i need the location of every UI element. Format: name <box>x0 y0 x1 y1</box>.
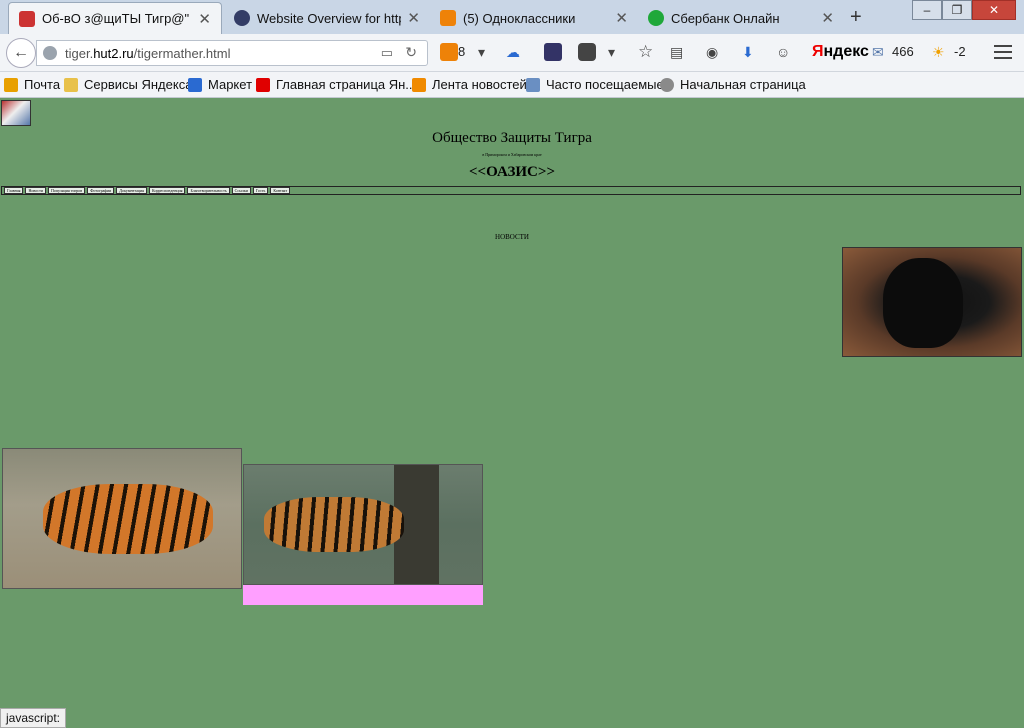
maximize-button[interactable]: ❐ <box>942 0 972 20</box>
menu-item[interactable]: Главная <box>4 187 24 194</box>
menu-item[interactable]: Корреспонденция <box>148 187 186 194</box>
chevron-down-icon[interactable]: ▾ <box>608 44 615 61</box>
rss-icon <box>412 77 426 92</box>
site-oasis-heading: <<ОАЗИС>> <box>469 164 555 180</box>
url-text[interactable]: tiger.hut2.ru/tigermather.html <box>65 46 231 61</box>
bookmark-item[interactable]: Сервисы Яндекса <box>64 77 192 92</box>
mail-icon[interactable]: ✉ <box>872 44 884 61</box>
menu-hamburger-icon[interactable] <box>994 45 1012 59</box>
back-button[interactable]: ← <box>6 38 36 68</box>
weather-temperature: -2 <box>954 44 966 59</box>
web-page-content: Общество Защиты Тигра в Приморском и Хаб… <box>0 98 1024 728</box>
bookmark-item[interactable]: Начальная страница <box>660 77 806 92</box>
bookmarks-toolbar: Почта Сервисы Яндекса Маркет Главная стр… <box>0 72 1024 98</box>
bookmark-item[interactable]: Маркет <box>188 77 252 92</box>
sun-icon[interactable]: ☀ <box>932 44 945 61</box>
menu-item[interactable]: Фотографии <box>87 187 115 194</box>
cart-icon <box>188 77 202 92</box>
status-bar: javascript: <box>0 708 67 728</box>
parking-icon[interactable] <box>544 43 562 61</box>
reading-list-icon[interactable]: ▤ <box>670 44 683 61</box>
new-tab-button[interactable]: + <box>850 6 862 29</box>
pocket-icon[interactable]: ◉ <box>706 44 718 61</box>
bookmark-item[interactable]: Главная страница Ян... <box>256 77 416 92</box>
odnoklassniki-icon[interactable] <box>440 43 458 61</box>
bear-photo <box>842 247 1022 357</box>
window-close-button[interactable]: ✕ <box>972 0 1016 20</box>
bookmark-item[interactable]: Почта <box>4 77 60 92</box>
odnoklassniki-count: 8 <box>458 44 466 59</box>
reload-icon[interactable]: ↻ <box>405 44 417 61</box>
download-icon[interactable]: ⬇ <box>742 44 754 61</box>
bookmark-star-icon[interactable]: ☆ <box>638 42 653 62</box>
tab-favicon-icon <box>234 10 250 26</box>
menu-item[interactable]: Популяция тигров <box>47 187 86 194</box>
news-heading: НОВОСТИ <box>495 233 529 241</box>
pink-banner <box>243 585 483 605</box>
menu-item[interactable]: Благотворительность <box>187 187 230 194</box>
bookmark-item[interactable]: Часто посещаемые <box>526 77 664 92</box>
tab-label: Об-вО з@щиТЫ Тигр@" <box>42 11 190 26</box>
close-icon[interactable]: ✕ <box>615 9 628 27</box>
tab-tiger-society[interactable]: Об-вО з@щиТЫ Тигр@" ✕ <box>8 2 222 34</box>
tab-sberbank[interactable]: Сбербанк Онлайн ✕ <box>638 2 844 34</box>
folder-icon <box>64 77 78 92</box>
tiger-photo <box>2 448 242 589</box>
menu-item[interactable]: Ссылки <box>231 187 251 194</box>
menu-item[interactable]: Документация <box>116 187 147 194</box>
emoji-icon[interactable]: ☺ <box>776 44 790 60</box>
site-title: Общество Защиты Тигра <box>432 130 592 146</box>
mail-count: 466 <box>892 44 914 59</box>
tab-odnoklassniki[interactable]: (5) Одноклассники ✕ <box>430 2 638 34</box>
navigation-toolbar: ← tiger.hut2.ru/tigermather.html ▭ ↻ 8 ▾… <box>0 34 1024 72</box>
menu-item[interactable]: Контакт <box>270 187 291 194</box>
site-menu: Главная Новости Популяция тигров Фотогра… <box>1 186 1021 195</box>
address-bar[interactable]: tiger.hut2.ru/tigermather.html ▭ ↻ <box>36 40 428 66</box>
yandex-icon <box>256 77 270 92</box>
yandex-logo[interactable]: Яндекс <box>812 43 869 61</box>
close-icon[interactable]: ✕ <box>407 9 420 27</box>
tiger-photo <box>243 464 483 585</box>
odnoklassniki-icon <box>440 10 456 26</box>
globe-icon <box>43 46 57 60</box>
tab-label: (5) Одноклассники <box>463 10 576 26</box>
camera-icon[interactable] <box>578 43 596 61</box>
sberbank-icon <box>648 10 664 26</box>
mail-icon <box>4 77 18 92</box>
menu-item[interactable]: Новости <box>25 187 46 194</box>
bookmark-item[interactable]: Лента новостей <box>412 77 527 92</box>
tab-label: Website Overview for http:... <box>257 10 401 26</box>
globe-icon <box>660 77 674 92</box>
folder-icon <box>526 77 540 92</box>
window-controls: – ❐ ✕ <box>912 0 1016 20</box>
close-icon[interactable]: ✕ <box>821 9 834 27</box>
site-subtitle: в Приморском и Хабаровском крае <box>482 152 542 157</box>
menu-item[interactable]: Гость <box>252 187 269 194</box>
close-icon[interactable]: ✕ <box>198 10 211 28</box>
tab-website-overview[interactable]: Website Overview for http:... ✕ <box>224 2 430 34</box>
minimize-button[interactable]: – <box>912 0 942 20</box>
tab-favicon-icon <box>19 10 35 27</box>
site-logo[interactable] <box>1 100 31 126</box>
tab-label: Сбербанк Онлайн <box>671 10 780 26</box>
tab-bar: Об-вО з@щиТЫ Тигр@" ✕ Website Overview f… <box>0 0 1024 34</box>
cloud-icon[interactable]: ☁ <box>506 44 520 61</box>
chevron-down-icon[interactable]: ▾ <box>478 44 485 61</box>
reader-view-icon[interactable]: ▭ <box>381 45 393 61</box>
